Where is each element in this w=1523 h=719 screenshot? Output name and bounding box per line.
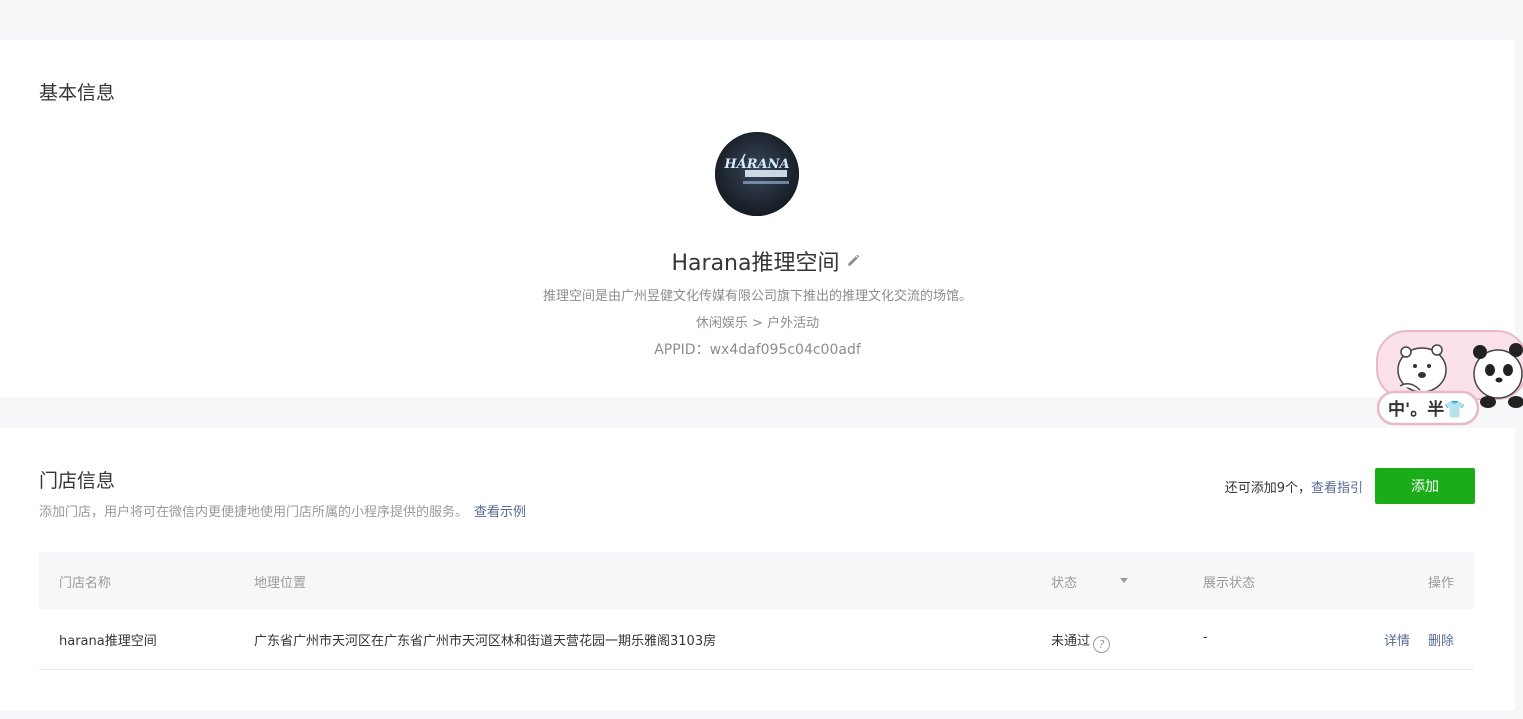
stores-card: 门店信息 添加门店，用户将可在微信内更便捷地使用门店所属的小程序提供的服务。 查看… [0, 428, 1515, 710]
stores-description-text: 添加门店，用户将可在微信内更便捷地使用门店所属的小程序提供的服务。 [39, 505, 469, 520]
store-status-cell: 未通过? [1051, 630, 1111, 653]
edit-pencil-icon[interactable] [845, 253, 861, 269]
store-location-cell: 广东省广州市天河区在广东省广州市天河区林和街道天营花园一期乐雅阁3103房 [254, 634, 717, 649]
store-operations-cell: 详情 删除 [1366, 630, 1454, 649]
header-operations: 操作 [1427, 576, 1454, 591]
table-row: harana推理空间 广东省广州市天河区在广东省广州市天河区林和街道天营花园一期… [39, 609, 1474, 670]
stores-description: 添加门店，用户将可在微信内更便捷地使用门店所属的小程序提供的服务。 查看示例 [39, 501, 526, 520]
header-status: 状态 [1051, 576, 1078, 591]
help-question-icon[interactable]: ? [1093, 636, 1111, 653]
app-avatar: HARANA [715, 132, 799, 216]
detail-link[interactable]: 详情 [1384, 634, 1410, 649]
view-example-link[interactable]: 查看示例 [474, 505, 526, 520]
view-guide-link[interactable]: 查看指引 [1311, 481, 1363, 496]
store-name-cell: harana推理空间 [59, 634, 157, 649]
stores-title: 门店信息 [39, 470, 116, 492]
svg-text:HARANA: HARANA [723, 157, 789, 172]
delete-link[interactable]: 删除 [1428, 634, 1454, 649]
store-display-status-cell: - [1203, 630, 1208, 645]
header-display-status: 展示状态 [1203, 576, 1256, 591]
app-name: Harana推理空间 [671, 251, 840, 276]
app-logo-icon: HARANA [715, 132, 799, 216]
remaining-count-text: 还可添加9个， [1224, 481, 1311, 496]
ime-sticker-widget[interactable]: 中'。半👕 [1376, 330, 1523, 426]
header-store-name: 门店名称 [59, 576, 112, 591]
bears-sticker-icon: 中'。半👕 [1376, 330, 1523, 426]
app-category: 休闲娱乐 > 户外活动 [695, 316, 820, 331]
remaining-count: 还可添加9个，查看指引 [1225, 477, 1363, 496]
stores-table: 门店名称 地理位置 状态 展示状态 操作 harana推理空间 广东省广州市天河… [39, 552, 1474, 670]
app-id: APPID：wx4daf095c04c00adf [654, 342, 861, 358]
basic-info-card: 基本信息 HARANA Harana推理空间 推理空间是由广州昱健文化传媒有限公… [0, 40, 1515, 397]
add-store-button[interactable]: 添加 [1375, 468, 1475, 504]
status-filter-dropdown-icon[interactable] [1120, 578, 1128, 583]
app-description: 推理空间是由广州昱健文化传媒有限公司旗下推出的推理文化交流的场馆。 [542, 289, 972, 304]
basic-info-title: 基本信息 [39, 82, 116, 104]
ime-toolbar-text: 中'。半👕 [1388, 399, 1465, 420]
header-location: 地理位置 [254, 576, 307, 591]
store-status-text: 未通过 [1051, 634, 1091, 649]
table-header: 门店名称 地理位置 状态 展示状态 操作 [39, 552, 1474, 609]
